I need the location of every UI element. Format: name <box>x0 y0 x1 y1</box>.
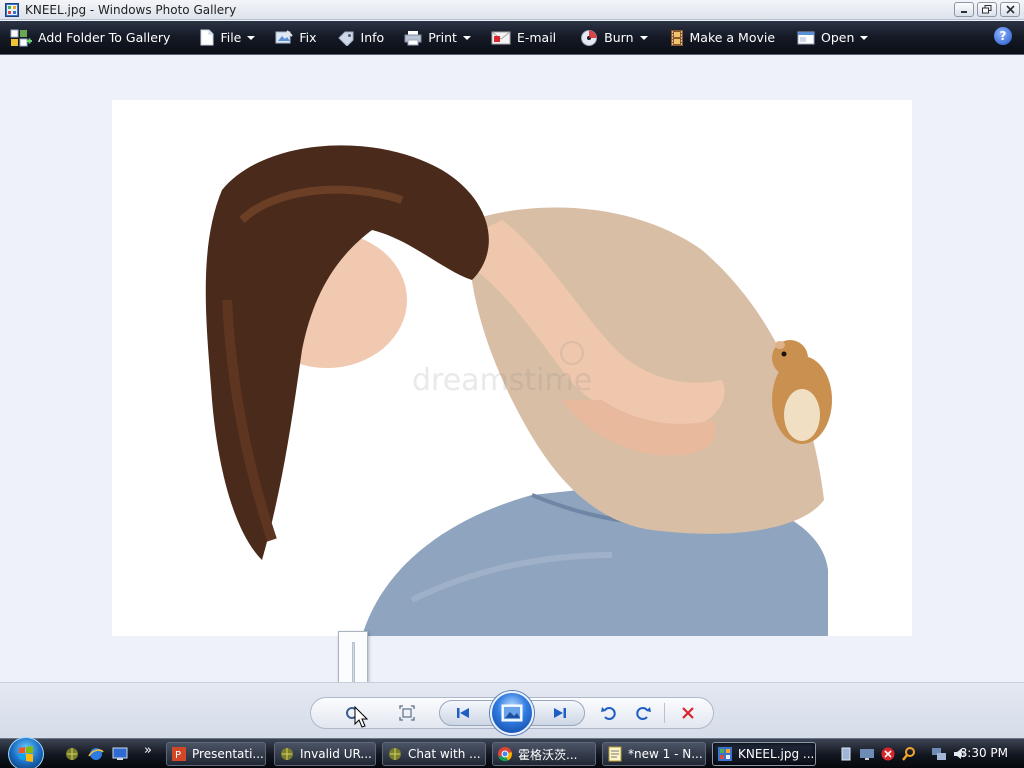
task-label: KNEEL.jpg ... <box>738 747 815 761</box>
add-folder-button[interactable]: Add Folder To Gallery <box>2 25 178 51</box>
help-button[interactable]: ? <box>994 27 1012 45</box>
tray-network-icon[interactable] <box>931 746 947 762</box>
info-button[interactable]: Info <box>329 25 393 51</box>
close-icon <box>1005 5 1015 14</box>
powerpoint-icon: P <box>172 747 186 761</box>
quicklaunch-desktop-icon[interactable] <box>112 746 128 762</box>
slideshow-icon <box>501 704 523 722</box>
svg-text:P: P <box>175 750 181 761</box>
taskbar: » P Presentati... Invalid UR... Chat wit… <box>0 737 1024 768</box>
burn-label: Burn <box>604 30 634 45</box>
rotate-counterclockwise-icon <box>601 707 616 720</box>
chrome-icon <box>498 747 512 762</box>
photo-viewer: dreamstime <box>0 56 1024 682</box>
fit-to-window-button[interactable] <box>396 703 418 723</box>
chevron-down-icon <box>639 35 648 40</box>
task-notepad[interactable]: *new 1 - N... <box>602 742 706 766</box>
add-folder-icon <box>10 29 32 46</box>
task-powerpoint[interactable]: P Presentati... <box>166 742 266 766</box>
task-photo-gallery[interactable]: KNEEL.jpg ... <box>712 742 816 766</box>
task-chat[interactable]: Chat with ... <box>382 742 486 766</box>
photo-gallery-icon <box>718 747 732 761</box>
photo-illustration: dreamstime <box>205 145 832 636</box>
next-icon <box>554 708 566 718</box>
email-label: E-mail <box>516 30 557 45</box>
svg-text:dreamstime: dreamstime <box>412 363 592 398</box>
task-label: 霍格沃茨... <box>518 747 578 762</box>
slideshow-button[interactable] <box>490 691 534 735</box>
mouse-pointer-icon <box>354 706 368 728</box>
burn-menu-button[interactable]: Burn <box>572 25 655 51</box>
minimize-button[interactable] <box>954 2 974 17</box>
minimize-icon <box>961 10 967 13</box>
task-invalid-url[interactable]: Invalid UR... <box>274 742 376 766</box>
photo-image[interactable]: dreamstime <box>112 100 912 636</box>
restore-button[interactable] <box>977 2 997 17</box>
movie-film-icon <box>670 29 683 46</box>
file-icon <box>200 29 214 46</box>
email-button[interactable]: E-mail <box>483 25 564 51</box>
fix-label: Fix <box>299 30 317 45</box>
task-label: Invalid UR... <box>300 747 372 761</box>
restore-icon <box>982 5 992 14</box>
quicklaunch-browser-icon[interactable] <box>64 746 80 762</box>
tray-search-icon[interactable] <box>901 746 917 762</box>
task-label: *new 1 - N... <box>628 747 703 761</box>
command-toolbar: Add Folder To Gallery File Fix Info Prin… <box>0 21 1024 55</box>
tray-network-drive-icon[interactable] <box>838 746 854 762</box>
quicklaunch-more[interactable]: » <box>144 743 152 758</box>
task-label: Presentati... <box>192 747 264 761</box>
delete-icon <box>682 707 694 719</box>
fix-icon <box>275 29 294 43</box>
photo-gallery-app-icon <box>5 2 19 17</box>
controls-divider <box>664 703 665 723</box>
title-bar: KNEEL.jpg - Windows Photo Gallery <box>0 0 1024 20</box>
browser-icon <box>281 748 293 760</box>
open-window-icon <box>797 31 815 44</box>
controls-bar <box>0 682 1024 738</box>
chevron-down-icon <box>462 35 471 40</box>
window-title: KNEEL.jpg - Windows Photo Gallery <box>25 2 237 17</box>
file-menu-button[interactable]: File <box>192 25 263 51</box>
make-movie-label: Make a Movie <box>689 30 776 45</box>
print-menu-button[interactable]: Print <box>396 25 479 51</box>
info-label: Info <box>360 30 385 45</box>
browser-icon <box>389 748 401 760</box>
windows-logo-icon <box>19 746 33 762</box>
start-button[interactable] <box>8 737 44 768</box>
printer-icon <box>404 30 422 45</box>
burn-disc-icon <box>581 29 598 46</box>
open-menu-button[interactable]: Open <box>789 25 876 51</box>
tray-display-icon[interactable] <box>859 746 875 762</box>
print-label: Print <box>428 30 457 45</box>
make-movie-button[interactable]: Make a Movie <box>662 25 784 51</box>
previous-icon <box>457 708 469 718</box>
info-tag-icon <box>337 31 354 46</box>
rotate-clockwise-button[interactable] <box>632 703 654 723</box>
email-icon <box>491 31 511 44</box>
task-label: Chat with ... <box>408 747 481 761</box>
add-folder-label: Add Folder To Gallery <box>38 30 171 45</box>
chevron-down-icon <box>860 35 869 40</box>
rotate-counterclockwise-button[interactable] <box>598 703 620 723</box>
previous-button[interactable] <box>450 703 476 723</box>
fix-button[interactable]: Fix <box>267 25 324 51</box>
clock[interactable]: 8:30 PM <box>960 746 1008 760</box>
quicklaunch-ie-icon[interactable] <box>88 746 104 762</box>
delete-button[interactable] <box>677 703 699 723</box>
help-icon: ? <box>999 29 1007 43</box>
task-chrome[interactable]: 霍格沃茨... <box>492 742 596 766</box>
open-label: Open <box>821 30 855 45</box>
tray-security-alert-icon[interactable] <box>880 746 896 762</box>
rotate-clockwise-icon <box>636 707 651 720</box>
fit-window-icon <box>399 705 415 721</box>
file-menu-label: File <box>220 30 242 45</box>
chevron-down-icon <box>247 35 256 40</box>
next-button[interactable] <box>547 703 573 723</box>
close-window-button[interactable] <box>1000 2 1020 17</box>
notepad-icon <box>608 746 622 762</box>
